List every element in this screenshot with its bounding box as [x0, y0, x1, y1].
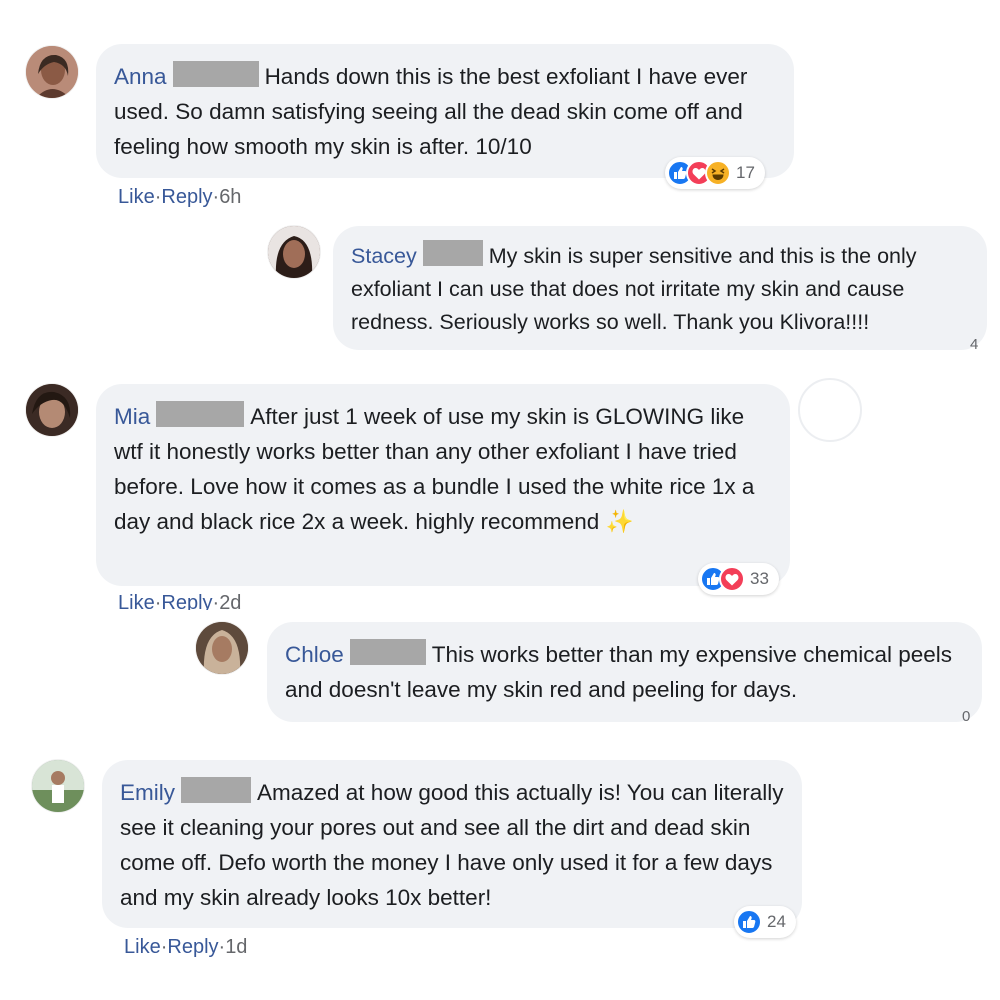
- comment-bubble-chloe: Chloe This works better than my expensive…: [267, 622, 982, 722]
- reply-link[interactable]: Reply: [161, 592, 212, 610]
- redacted-surname: [181, 777, 251, 803]
- reaction-count: 17: [736, 163, 755, 182]
- commenter-name[interactable]: Chloe: [285, 642, 344, 667]
- timestamp[interactable]: 6h: [219, 186, 241, 208]
- commenter-name[interactable]: Emily: [120, 780, 175, 805]
- commenter-name[interactable]: Anna: [114, 64, 167, 89]
- sparkles-icon: ✨: [605, 509, 634, 534]
- comment-actions-emily: Like·Reply·1d: [124, 934, 247, 960]
- redacted-surname: [422, 240, 483, 266]
- reaction-summary[interactable]: 24: [734, 906, 796, 938]
- partial-circle: [798, 378, 862, 442]
- reaction-count: 33: [750, 569, 769, 588]
- love-icon: [719, 566, 745, 592]
- commenter-name[interactable]: Stacey: [351, 244, 417, 268]
- avatar-mia[interactable]: [26, 384, 78, 436]
- redacted-surname: [349, 639, 426, 665]
- reaction-summary[interactable]: 33: [698, 563, 779, 595]
- comment-bubble-mia: Mia After just 1 week of use my skin is G…: [96, 384, 790, 586]
- like-link[interactable]: Like: [124, 936, 161, 958]
- reply-link[interactable]: Reply: [161, 186, 212, 208]
- stacey-photo: [268, 226, 320, 278]
- timestamp[interactable]: 1d: [225, 936, 247, 958]
- reply-count[interactable]: 0: [962, 708, 970, 725]
- reply-count[interactable]: 4: [970, 336, 978, 353]
- redacted-surname: [156, 401, 245, 427]
- avatar-stacey[interactable]: [268, 226, 320, 278]
- comment-bubble-emily: Emily Amazed at how good this actually is…: [102, 760, 802, 928]
- reply-link[interactable]: Reply: [167, 936, 218, 958]
- avatar-anna[interactable]: [26, 46, 78, 98]
- comment-bubble-stacey: Stacey My skin is super sensitive and thi…: [333, 226, 987, 350]
- comment-actions-mia: Like·Reply·2d: [118, 590, 241, 610]
- mia-photo: [26, 384, 78, 436]
- reaction-summary[interactable]: 17: [665, 157, 765, 189]
- avatar-chloe[interactable]: [196, 622, 248, 674]
- avatar-emily[interactable]: [32, 760, 84, 812]
- timestamp[interactable]: 2d: [219, 592, 241, 610]
- reaction-count: 24: [767, 912, 786, 931]
- commenter-name[interactable]: Mia: [114, 404, 150, 429]
- like-link[interactable]: Like: [118, 592, 155, 610]
- emily-photo: [32, 760, 84, 812]
- haha-icon: [705, 160, 731, 186]
- comment-actions-anna: Like·Reply·6h: [118, 184, 241, 210]
- redacted-surname: [172, 61, 259, 87]
- like-icon: [736, 909, 762, 935]
- like-link[interactable]: Like: [118, 186, 155, 208]
- anna-photo: [26, 46, 78, 98]
- chloe-photo: [196, 622, 248, 674]
